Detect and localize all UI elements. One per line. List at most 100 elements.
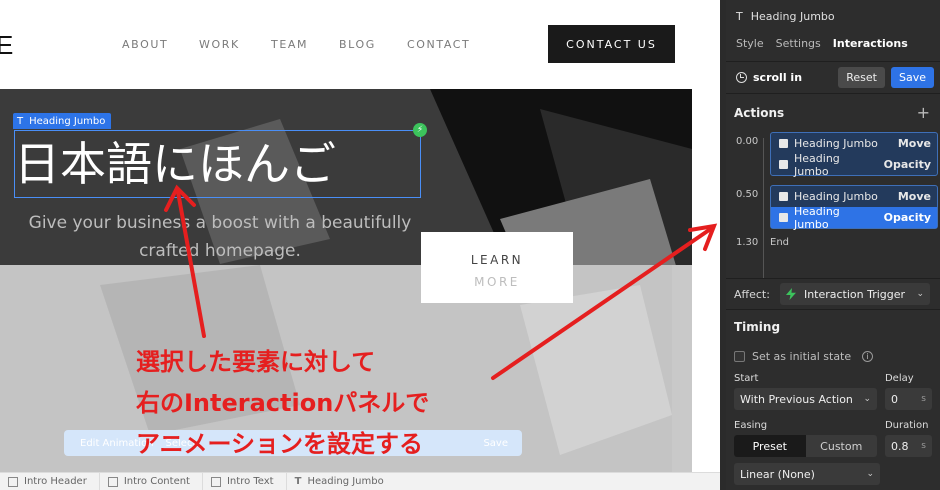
actions-header: Actions + — [726, 94, 940, 122]
element-icon — [779, 192, 788, 201]
tab-interactions[interactable]: Interactions — [833, 37, 908, 50]
toolbar-save-button[interactable]: Save — [483, 438, 508, 449]
breadcrumb-item-intro-content[interactable]: Intro Content — [100, 472, 203, 490]
site-navbar: E ABOUT WORK TEAM BLOG CONTACT CONTACT U… — [0, 0, 720, 89]
annotation-line2: 右のInteractionパネルで — [136, 389, 430, 417]
start-field: Start With Previous Action ⌄ — [734, 373, 877, 410]
start-select[interactable]: With Previous Action ⌄ — [734, 388, 877, 410]
action-target: Heading Jumbo — [794, 190, 878, 203]
save-button[interactable]: Save — [890, 67, 934, 88]
action-target: Heading Jumbo — [794, 137, 878, 150]
action-group[interactable]: Heading Jumbo Move Heading Jumbo Opacity — [770, 185, 938, 231]
element-title: Heading Jumbo — [750, 10, 835, 23]
element-icon — [779, 160, 788, 169]
nav-link-about[interactable]: ABOUT — [122, 38, 168, 51]
breadcrumb-label: Heading Jumbo — [307, 476, 384, 487]
start-value: With Previous Action — [740, 392, 853, 406]
nav-link-contact[interactable]: CONTACT — [407, 38, 470, 51]
action-row[interactable]: Heading Jumbo Opacity — [771, 151, 937, 178]
action-target: Heading Jumbo — [794, 151, 840, 178]
tab-settings[interactable]: Settings — [776, 37, 821, 50]
easing-field: Easing Preset Custom — [734, 420, 877, 457]
duration-value: 0.8 — [890, 439, 909, 453]
breadcrumb: Intro Header Intro Content Intro Text T … — [0, 472, 720, 490]
learn-more-line2: MORE — [474, 275, 520, 289]
timing-title: Timing — [734, 320, 781, 334]
add-action-icon[interactable]: + — [917, 103, 930, 122]
action-type: Move — [897, 137, 931, 150]
custom-toggle[interactable]: Custom — [806, 435, 877, 457]
duration-label: Duration — [884, 420, 929, 431]
timing-section: Timing Set as initial state i Start With… — [726, 320, 940, 485]
duration-unit: s — [921, 441, 926, 451]
delay-unit: s — [921, 394, 926, 404]
info-icon[interactable]: i — [862, 351, 874, 362]
easing-mode-toggle: Preset Custom — [734, 435, 877, 457]
annotation-text: 選択した要素に対して 右のInteractionパネルで アニメーションを設定す… — [136, 342, 429, 465]
interaction-badge-icon[interactable]: ⚡ — [413, 123, 427, 137]
text-type-icon: T — [17, 115, 24, 127]
timeline-line — [763, 138, 764, 278]
affect-label: Affect: — [734, 287, 770, 301]
element-icon — [779, 213, 788, 222]
action-type: Opacity — [883, 211, 931, 224]
box-icon — [210, 476, 221, 487]
delay-field: Delay 0 s — [884, 373, 932, 410]
easing-value: Linear (None) — [740, 467, 815, 481]
trigger-bar: scroll in Reset Save — [726, 62, 940, 94]
end-time-label: 1.30 — [736, 237, 759, 248]
box-icon — [107, 476, 118, 487]
end-marker: End — [770, 237, 790, 248]
selection-tag[interactable]: T Heading Jumbo — [13, 113, 112, 129]
text-type-icon: T — [294, 476, 302, 487]
easing-select[interactable]: Linear (None) ⌄ — [734, 463, 880, 485]
chevron-down-icon: ⌄ — [916, 289, 924, 299]
panel-element-title: T Heading Jumbo — [736, 10, 940, 23]
actions-timeline: 0.00 Heading Jumbo Move Heading Jumbo Op… — [726, 130, 940, 278]
action-row-selected[interactable]: Heading Jumbo Opacity — [771, 204, 937, 231]
learn-more-button[interactable]: LEARN MORE — [421, 232, 573, 303]
affect-select[interactable]: Interaction Trigger ⌄ — [779, 283, 930, 305]
nav-link-work[interactable]: WORK — [199, 38, 240, 51]
contact-us-button[interactable]: CONTACT US — [548, 25, 675, 63]
selection-tag-label: Heading Jumbo — [29, 115, 106, 127]
breadcrumb-label: Intro Content — [123, 476, 190, 487]
breadcrumb-label: Intro Text — [226, 476, 274, 487]
chevron-down-icon: ⌄ — [866, 469, 874, 479]
selection-outline — [14, 130, 421, 198]
hero-subtitle: Give your business a boost with a beauti… — [28, 213, 412, 261]
clock-icon — [736, 72, 747, 83]
element-icon — [779, 139, 788, 148]
site-logo[interactable]: E — [0, 30, 13, 61]
text-type-icon: T — [736, 10, 743, 23]
delay-input[interactable]: 0 s — [884, 388, 932, 410]
action-group[interactable]: Heading Jumbo Move Heading Jumbo Opacity — [770, 132, 938, 178]
start-label: Start — [734, 373, 759, 384]
duration-input[interactable]: 0.8 s — [884, 435, 932, 457]
action-target: Heading Jumbo — [794, 204, 840, 231]
breadcrumb-label: Intro Header — [24, 476, 87, 487]
delay-value: 0 — [890, 392, 898, 406]
tab-style[interactable]: Style — [736, 37, 764, 50]
learn-more-line1: LEARN — [470, 253, 524, 267]
reset-button[interactable]: Reset — [838, 67, 885, 88]
time-label: 0.00 — [736, 136, 759, 147]
initial-state-row: Set as initial state i — [726, 334, 940, 363]
preset-toggle[interactable]: Preset — [734, 435, 806, 457]
duration-field: Duration 0.8 s — [884, 420, 932, 457]
affect-value: Interaction Trigger — [803, 287, 906, 301]
breadcrumb-item-heading-jumbo[interactable]: T Heading Jumbo — [287, 473, 396, 490]
start-delay-row: Start With Previous Action ⌄ Delay 0 s — [726, 363, 940, 410]
annotation-line3: アニメーションを設定する — [136, 430, 424, 458]
trigger-name[interactable]: scroll in — [753, 71, 832, 84]
nav-link-team[interactable]: TEAM — [271, 38, 308, 51]
initial-state-label: Set as initial state — [752, 350, 852, 363]
nav-link-blog[interactable]: BLOG — [339, 38, 376, 51]
action-type: Opacity — [883, 158, 931, 171]
easing-duration-row: Easing Preset Custom Duration 0.8 s — [726, 410, 940, 457]
breadcrumb-item-intro-header[interactable]: Intro Header — [0, 472, 100, 490]
breadcrumb-item-intro-text[interactable]: Intro Text — [203, 472, 287, 490]
bolt-icon — [785, 288, 796, 300]
initial-state-checkbox[interactable] — [734, 351, 745, 362]
app-root: E ABOUT WORK TEAM BLOG CONTACT CONTACT U… — [0, 0, 940, 490]
